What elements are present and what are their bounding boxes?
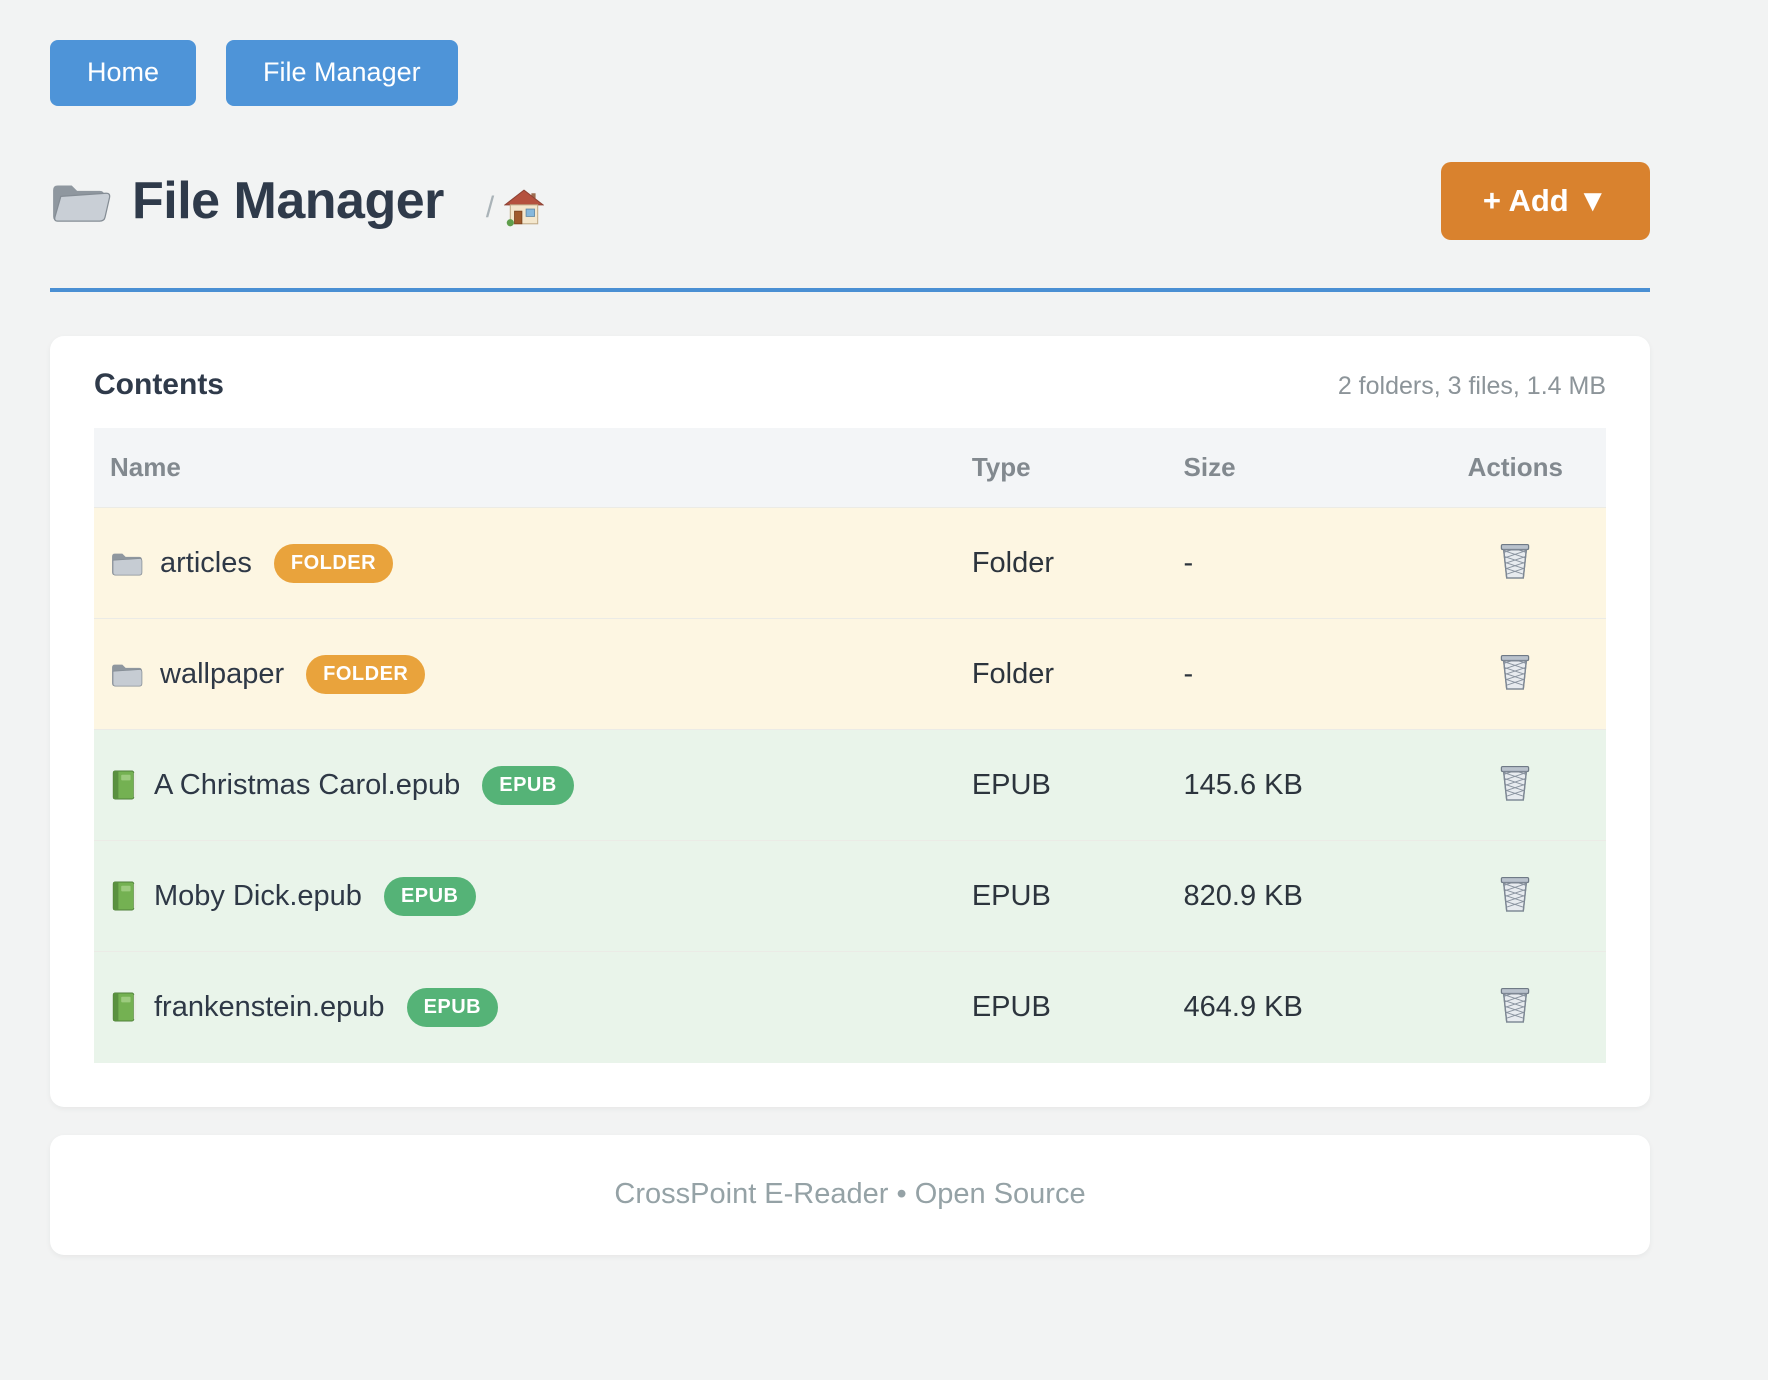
folder-icon bbox=[110, 660, 144, 688]
title-divider bbox=[50, 288, 1650, 292]
file-type: EPUB bbox=[956, 730, 1168, 841]
type-badge: EPUB bbox=[482, 766, 574, 805]
trash-icon bbox=[1498, 541, 1532, 581]
book-icon bbox=[110, 769, 138, 801]
file-type: Folder bbox=[956, 508, 1168, 619]
page-header: File Manager / + Add ▼ bbox=[50, 162, 1650, 240]
contents-card: Contents 2 folders, 3 files, 1.4 MB Name… bbox=[50, 336, 1650, 1107]
type-badge: EPUB bbox=[384, 877, 476, 916]
contents-summary: 2 folders, 3 files, 1.4 MB bbox=[1338, 372, 1606, 401]
type-badge: EPUB bbox=[407, 988, 499, 1027]
file-name: articles bbox=[160, 547, 252, 580]
delete-button[interactable] bbox=[1494, 648, 1536, 696]
column-header-size: Size bbox=[1168, 428, 1425, 508]
footer-text: CrossPoint E-Reader • Open Source bbox=[614, 1178, 1085, 1211]
page-title: File Manager bbox=[132, 171, 444, 231]
type-badge: FOLDER bbox=[306, 655, 425, 694]
file-name: Moby Dick.epub bbox=[154, 880, 362, 913]
trash-icon bbox=[1498, 985, 1532, 1025]
top-nav: Home File Manager bbox=[50, 40, 1650, 106]
trash-icon bbox=[1498, 763, 1532, 803]
delete-button[interactable] bbox=[1494, 981, 1536, 1029]
folder-icon bbox=[50, 176, 112, 226]
book-icon bbox=[110, 880, 138, 912]
file-type: EPUB bbox=[956, 841, 1168, 952]
file-size: 820.9 KB bbox=[1168, 841, 1425, 952]
trash-icon bbox=[1498, 652, 1532, 692]
file-name: frankenstein.epub bbox=[154, 991, 385, 1024]
file-manager-button[interactable]: File Manager bbox=[226, 40, 458, 106]
file-table: Name Type Size Actions articles FOLDER bbox=[94, 428, 1606, 1063]
delete-button[interactable] bbox=[1494, 759, 1536, 807]
table-row: articles FOLDER Folder - bbox=[94, 508, 1606, 619]
file-name: A Christmas Carol.epub bbox=[154, 769, 460, 802]
table-body: articles FOLDER Folder - wallpaper bbox=[94, 508, 1606, 1063]
file-type: EPUB bbox=[956, 952, 1168, 1063]
file-size: 145.6 KB bbox=[1168, 730, 1425, 841]
delete-button[interactable] bbox=[1494, 870, 1536, 918]
file-name: wallpaper bbox=[160, 658, 284, 691]
trash-icon bbox=[1498, 874, 1532, 914]
contents-title: Contents bbox=[94, 368, 224, 402]
type-badge: FOLDER bbox=[274, 544, 393, 583]
file-type: Folder bbox=[956, 619, 1168, 730]
column-header-type: Type bbox=[956, 428, 1168, 508]
book-icon bbox=[110, 991, 138, 1023]
file-size: - bbox=[1168, 508, 1425, 619]
home-icon[interactable] bbox=[504, 189, 544, 227]
footer-card: CrossPoint E-Reader • Open Source bbox=[50, 1135, 1650, 1255]
column-header-name: Name bbox=[94, 428, 956, 508]
home-button[interactable]: Home bbox=[50, 40, 196, 106]
table-row: A Christmas Carol.epub EPUB EPUB 145.6 K… bbox=[94, 730, 1606, 841]
file-size: - bbox=[1168, 619, 1425, 730]
folder-icon bbox=[110, 549, 144, 577]
table-row: Moby Dick.epub EPUB EPUB 820.9 KB bbox=[94, 841, 1606, 952]
delete-button[interactable] bbox=[1494, 537, 1536, 585]
file-size: 464.9 KB bbox=[1168, 952, 1425, 1063]
add-button[interactable]: + Add ▼ bbox=[1441, 162, 1650, 240]
table-header-row: Name Type Size Actions bbox=[94, 428, 1606, 508]
breadcrumb: / bbox=[486, 189, 544, 227]
column-header-actions: Actions bbox=[1425, 428, 1606, 508]
page: Home File Manager File Manager / + Add ▼ bbox=[0, 0, 1768, 1255]
table-row: frankenstein.epub EPUB EPUB 464.9 KB bbox=[94, 952, 1606, 1063]
breadcrumb-separator: / bbox=[486, 191, 494, 225]
table-row: wallpaper FOLDER Folder - bbox=[94, 619, 1606, 730]
